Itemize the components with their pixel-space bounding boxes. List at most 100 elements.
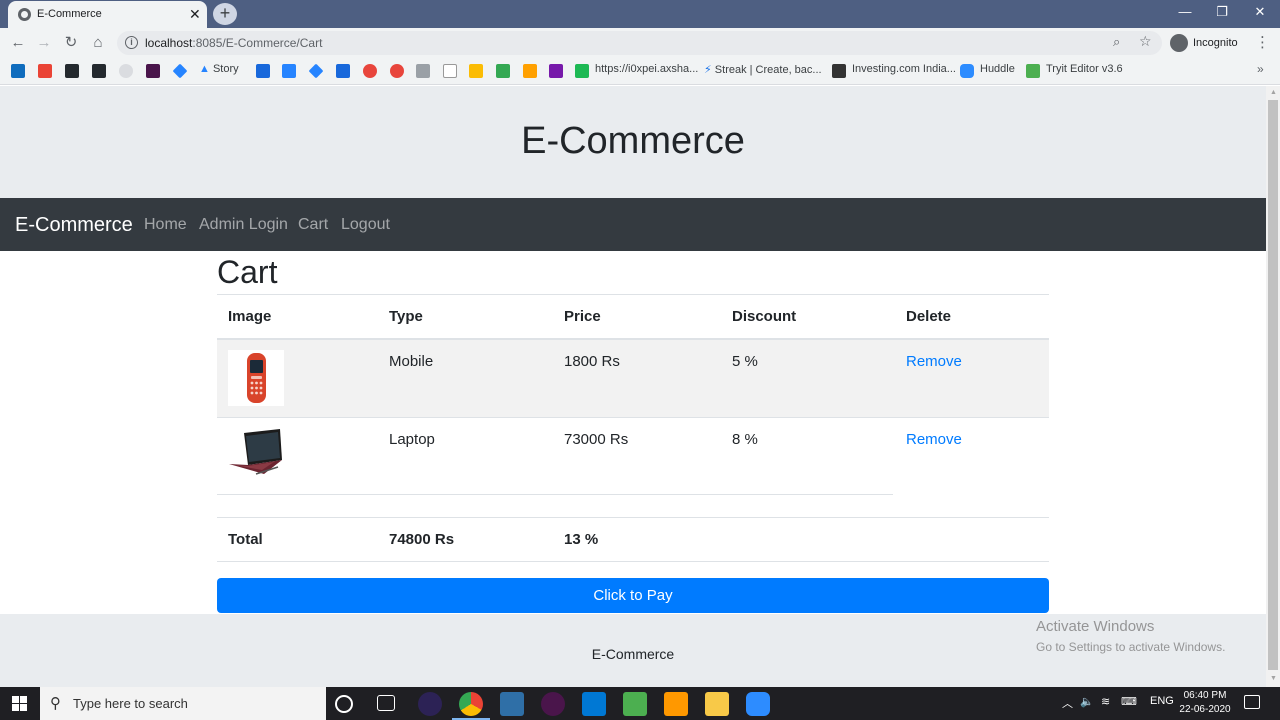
total-top-border — [217, 517, 1049, 518]
eclipse-icon[interactable] — [418, 692, 442, 716]
crunchbase-icon[interactable] — [443, 64, 457, 78]
bookmark-icon[interactable] — [363, 64, 377, 78]
jumbotron-header: E-Commerce — [0, 86, 1266, 198]
vscode-icon[interactable] — [582, 692, 606, 716]
gmail-icon[interactable] — [38, 64, 52, 78]
site-title: E-Commerce — [521, 120, 745, 162]
github-icon[interactable] — [65, 64, 79, 78]
home-icon[interactable]: ⌂ — [88, 33, 108, 53]
total-price: 74800 Rs — [389, 531, 455, 548]
github-icon[interactable] — [119, 64, 133, 78]
scroll-down-icon[interactable]: ▼ — [1270, 675, 1277, 682]
total-label: Total — [228, 531, 263, 548]
tray-chevron-icon[interactable]: ︿ — [1062, 695, 1073, 711]
search-icon: ⚲ — [50, 695, 61, 712]
pay-button[interactable]: Click to Pay — [217, 578, 1049, 613]
github-icon[interactable] — [92, 64, 106, 78]
keep-icon[interactable] — [469, 64, 483, 78]
total-bottom-border — [217, 561, 1049, 562]
wifi-icon[interactable]: ≋ — [1101, 695, 1110, 708]
bookmark-icon[interactable] — [390, 64, 404, 78]
table-top-border — [217, 294, 1049, 295]
windows-start-icon[interactable] — [12, 696, 28, 712]
bookmark-streak[interactable]: ⚡ Streak | Create, bac... — [704, 63, 822, 76]
forward-icon[interactable]: → — [34, 33, 54, 53]
site-info-icon[interactable]: i — [125, 36, 138, 49]
window-close-icon[interactable]: ✕ — [1246, 3, 1274, 23]
tab-title: E-Commerce — [37, 8, 102, 20]
table-row — [217, 340, 1049, 417]
taskbar-search[interactable]: ⚲ Type here to search — [40, 687, 326, 720]
taskbar-clock[interactable]: 06:40 PM 22-06-2020 — [1176, 689, 1234, 717]
language-indicator[interactable]: ENG — [1150, 695, 1174, 707]
zoom-app-icon[interactable] — [960, 64, 974, 78]
back-icon[interactable]: ← — [8, 33, 28, 53]
firebase-icon[interactable] — [523, 64, 537, 78]
bookmark-axsha[interactable]: https://i0xpei.axsha... — [595, 63, 698, 75]
nav-link-admin-login[interactable]: Admin Login — [199, 216, 288, 234]
more-bookmarks-icon[interactable]: » — [1257, 62, 1264, 76]
item-price: 73000 Rs — [564, 431, 629, 448]
confluence-icon[interactable] — [336, 64, 350, 78]
new-tab-button[interactable]: + — [213, 3, 237, 25]
cortana-icon[interactable] — [335, 695, 353, 713]
mysql-workbench-icon[interactable] — [500, 692, 524, 716]
nav-link-logout[interactable]: Logout — [341, 216, 390, 234]
play-icon[interactable] — [575, 64, 589, 78]
remove-item-link[interactable]: Remove — [906, 353, 962, 370]
scroll-up-icon[interactable]: ▲ — [1270, 89, 1277, 96]
column-header-discount: Discount — [732, 308, 797, 325]
chrome-icon[interactable] — [459, 692, 483, 716]
notification-icon[interactable] — [1244, 695, 1260, 709]
bookmark-investing[interactable]: Investing.com India... — [852, 63, 956, 75]
jira-icon[interactable] — [282, 64, 296, 78]
bookmark-story[interactable]: ▲ Story — [199, 63, 239, 75]
search-placeholder: Type here to search — [73, 696, 188, 711]
outlook-icon[interactable] — [11, 64, 25, 78]
bookmark-huddle[interactable]: Huddle — [980, 63, 1015, 75]
browser-menu-icon[interactable]: ⋮ — [1255, 33, 1270, 51]
product-image-mobile — [228, 350, 284, 406]
zoom-app-icon[interactable] — [746, 692, 770, 716]
nav-link-cart[interactable]: Cart — [298, 216, 328, 234]
address-bar[interactable]: i localhost:8085/E-Commerce/Cart ⌕ ☆ — [117, 31, 1162, 55]
zoom-icon[interactable]: ⌕ — [1113, 34, 1120, 50]
onenote-icon[interactable] — [549, 64, 563, 78]
browser-tab[interactable]: E-Commerce ✕ — [8, 1, 207, 28]
slack-icon[interactable] — [146, 64, 160, 78]
jira-icon[interactable] — [308, 63, 324, 79]
google-ads-icon[interactable] — [496, 64, 510, 78]
navbar-brand[interactable]: E-Commerce — [15, 214, 133, 237]
task-view-icon[interactable] — [377, 695, 395, 711]
bookmark-tryit[interactable]: Tryit Editor v3.6 — [1046, 63, 1123, 75]
confluence-icon[interactable] — [256, 64, 270, 78]
investing-icon[interactable] — [832, 64, 846, 78]
browser-toolbar: ← → ↻ ⌂ i localhost:8085/E-Commerce/Cart… — [0, 28, 1280, 58]
remove-item-link[interactable]: Remove — [906, 431, 962, 448]
jira-icon[interactable] — [172, 63, 188, 79]
minimize-icon[interactable]: — — [1171, 3, 1199, 23]
reload-icon[interactable]: ↻ — [61, 33, 81, 53]
scrollbar-thumb[interactable] — [1268, 100, 1278, 670]
row-divider — [217, 417, 1049, 418]
nav-link-home[interactable]: Home — [144, 216, 187, 234]
bookmark-icon[interactable] — [416, 64, 430, 78]
column-header-type: Type — [389, 308, 423, 325]
browser-tab-strip: E-Commerce ✕ + — ❐ ✕ — [0, 0, 1280, 28]
keyboard-icon[interactable]: ⌨ — [1121, 695, 1137, 708]
column-header-image: Image — [228, 308, 272, 325]
restore-icon[interactable]: ❐ — [1208, 3, 1236, 23]
file-explorer-icon[interactable] — [705, 692, 729, 716]
volume-icon[interactable]: 🔈 — [1080, 695, 1094, 708]
bookmark-star-icon[interactable]: ☆ — [1139, 33, 1152, 50]
page-scrollbar[interactable]: ▲ ▼ — [1266, 86, 1280, 687]
close-tab-icon[interactable]: ✕ — [189, 5, 201, 23]
sublime-icon[interactable] — [664, 692, 688, 716]
incognito-indicator[interactable]: Incognito — [1170, 32, 1238, 54]
w3schools-icon[interactable] — [1026, 64, 1040, 78]
cart-heading: Cart — [217, 254, 278, 290]
column-header-delete: Delete — [906, 308, 952, 325]
notepad-icon[interactable] — [623, 692, 647, 716]
slack-icon[interactable] — [541, 692, 565, 716]
url-text[interactable]: localhost:8085/E-Commerce/Cart — [145, 36, 322, 50]
